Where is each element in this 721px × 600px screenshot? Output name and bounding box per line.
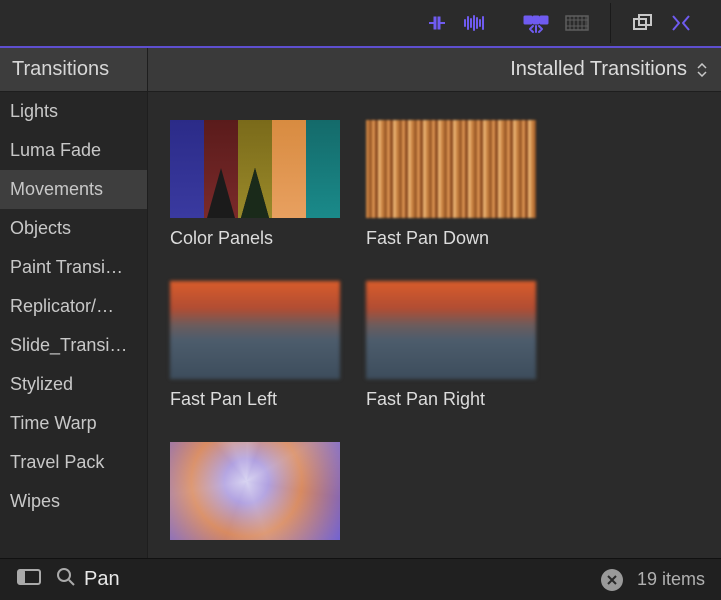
- transition-label: Fast Pan Left: [170, 389, 340, 410]
- transition-item[interactable]: [170, 442, 340, 550]
- layout-toggle-icon[interactable]: [16, 567, 42, 592]
- transition-label: Fast Pan Right: [366, 389, 536, 410]
- transition-thumbnail[interactable]: [366, 281, 536, 379]
- search-input[interactable]: [84, 568, 593, 591]
- transition-item[interactable]: Fast Pan Left: [170, 281, 340, 410]
- transition-item[interactable]: Color Panels: [170, 120, 340, 249]
- transition-item[interactable]: Fast Pan Down: [366, 120, 536, 249]
- panel-title: Transitions: [0, 48, 148, 91]
- sidebar-item[interactable]: Slide_Transi…: [0, 326, 147, 365]
- sidebar-item[interactable]: Wipes: [0, 482, 147, 521]
- panel-title-label: Transitions: [12, 58, 109, 81]
- result-count: 19 items: [637, 569, 705, 590]
- transitions-grid: Color Panels Fast Pan Down Fast Pan Left Fa…: [148, 92, 721, 558]
- chevron-updown-icon: [697, 63, 707, 77]
- audio-waveform-icon[interactable]: [462, 13, 488, 33]
- category-sidebar: LightsLuma FadeMovementsObjectsPaint Tra…: [0, 92, 148, 558]
- transition-thumbnail[interactable]: [170, 281, 340, 379]
- sidebar-item[interactable]: Travel Pack: [0, 443, 147, 482]
- sidebar-item[interactable]: Replicator/…: [0, 287, 147, 326]
- transition-thumbnail[interactable]: [366, 120, 536, 218]
- search-bar: 19 items: [0, 558, 721, 600]
- sidebar-item[interactable]: Paint Transi…: [0, 248, 147, 287]
- sidebar-item[interactable]: Luma Fade: [0, 131, 147, 170]
- filmstrip-icon[interactable]: [564, 13, 590, 33]
- transitions-browser-icon[interactable]: [522, 12, 550, 34]
- transition-thumbnail[interactable]: [170, 442, 340, 540]
- sidebar-item[interactable]: Stylized: [0, 365, 147, 404]
- toolbar-divider: [610, 3, 611, 43]
- transition-label: Fast Pan Down: [366, 228, 536, 249]
- filter-label: Installed Transitions: [510, 58, 687, 81]
- transition-thumbnail[interactable]: [170, 120, 340, 218]
- clear-search-button[interactable]: [601, 569, 623, 591]
- sidebar-item[interactable]: Lights: [0, 92, 147, 131]
- sidebar-item[interactable]: Objects: [0, 209, 147, 248]
- transition-item[interactable]: Fast Pan Right: [366, 281, 536, 410]
- sidebar-item[interactable]: Movements: [0, 170, 147, 209]
- sidebar-item[interactable]: Time Warp: [0, 404, 147, 443]
- top-toolbar: [0, 0, 721, 48]
- trim-icon[interactable]: [426, 13, 448, 33]
- windows-icon[interactable]: [631, 13, 655, 33]
- transition-label: Color Panels: [170, 228, 340, 249]
- filter-dropdown[interactable]: Installed Transitions: [148, 48, 721, 91]
- capture-icon[interactable]: [669, 12, 693, 34]
- search-icon: [56, 567, 76, 592]
